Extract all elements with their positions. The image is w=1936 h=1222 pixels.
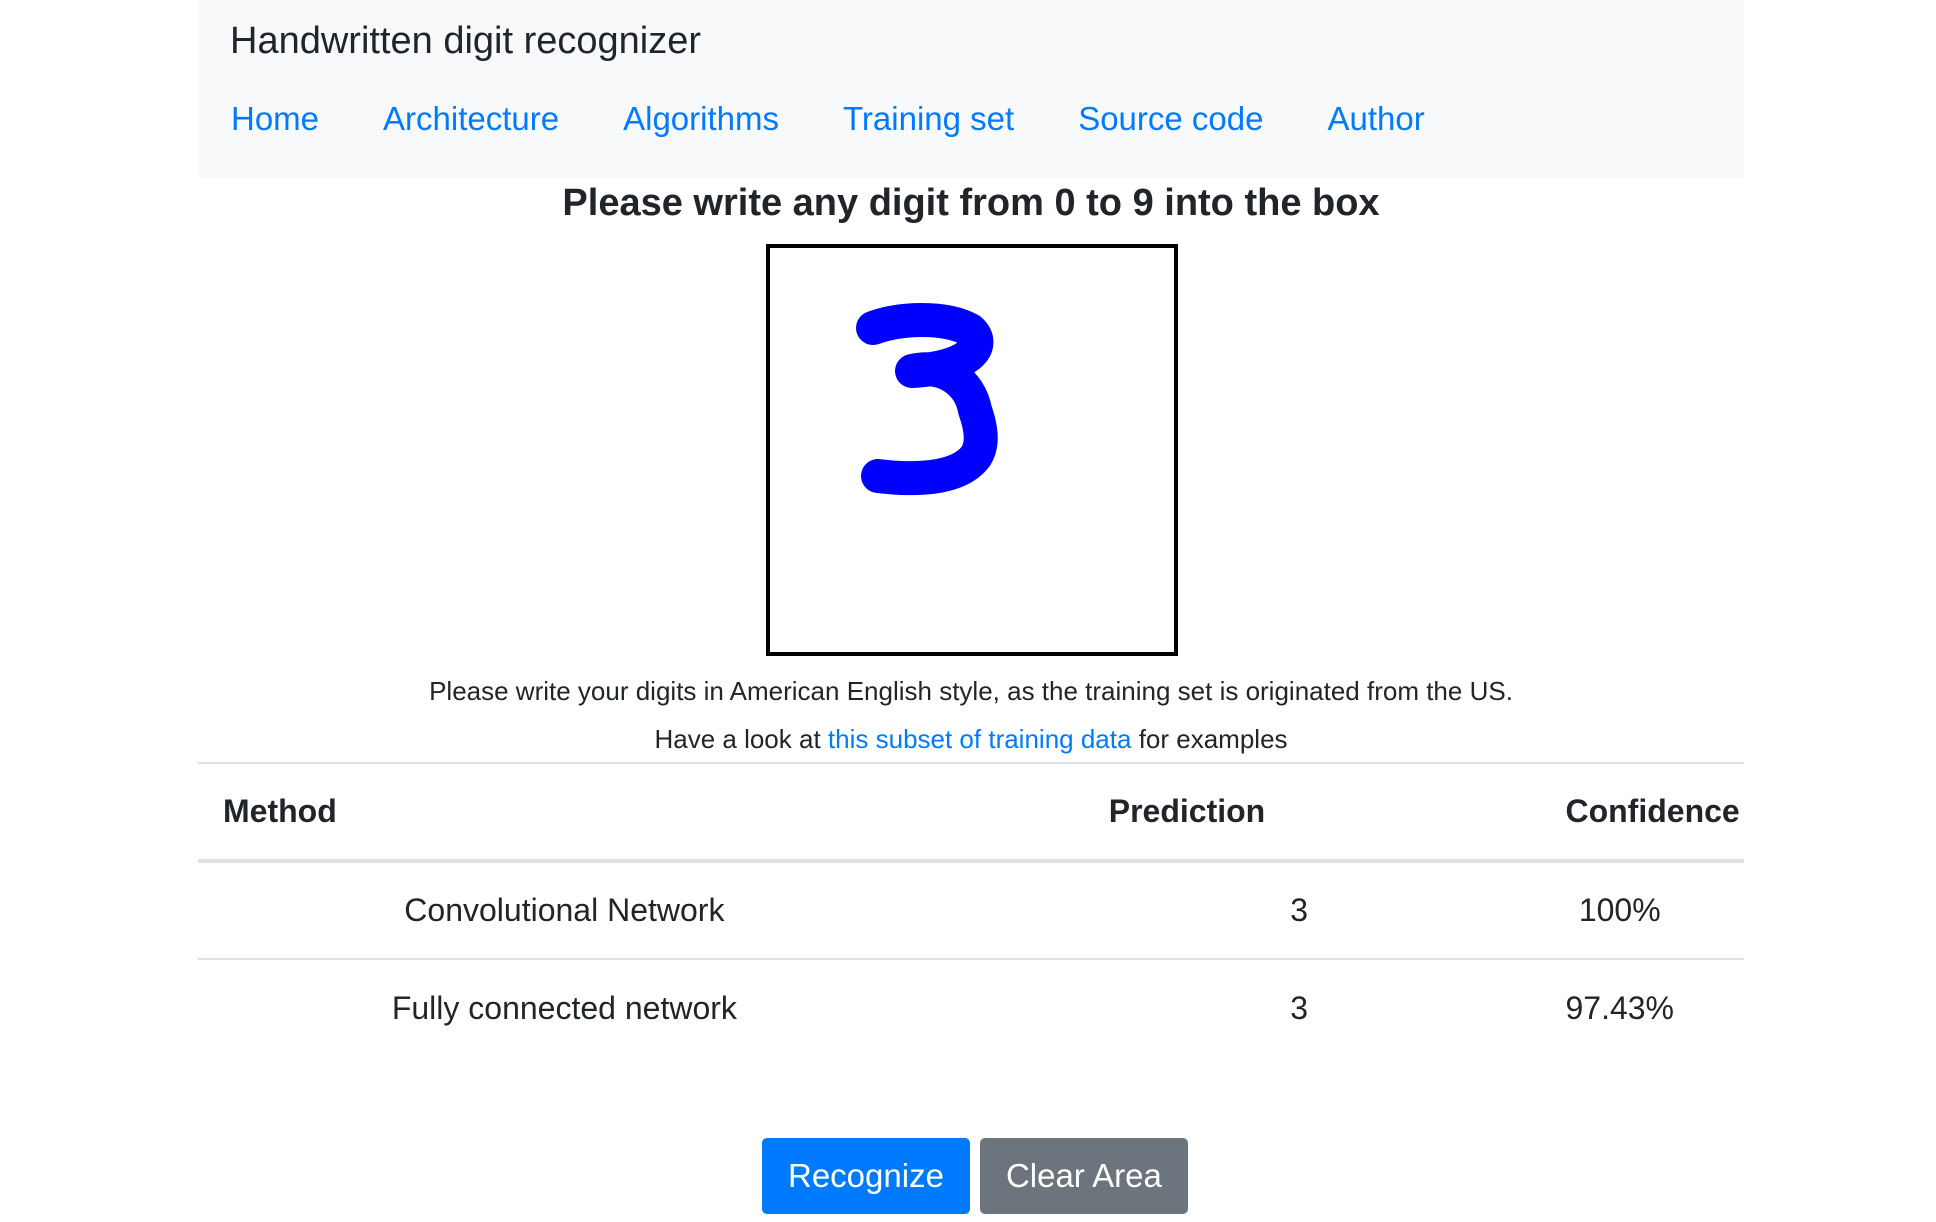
- look-suffix: for examples: [1138, 724, 1288, 754]
- cell-method: Convolutional Network: [404, 892, 725, 928]
- cell-prediction: 3: [1290, 892, 1308, 928]
- drawn-digit-stroke: [856, 303, 998, 496]
- header-prediction-label: Prediction: [1108, 793, 1266, 829]
- nav-link-architecture[interactable]: Architecture: [383, 100, 559, 138]
- training-data-note: Have a look at this subset of training d…: [198, 724, 1744, 755]
- page-container: Handwritten digit recognizer Home Archit…: [198, 0, 1744, 1214]
- table-row: Fully connected network 3 97.43%: [198, 959, 1744, 1057]
- navbar-brand[interactable]: Handwritten digit recognizer: [230, 20, 701, 63]
- recognize-button[interactable]: Recognize: [762, 1138, 970, 1214]
- cell-method: Fully connected network: [391, 990, 737, 1026]
- training-data-link[interactable]: this subset of training data: [828, 724, 1132, 754]
- header-method: Method: [223, 793, 337, 829]
- look-prefix: Have a look at: [654, 724, 821, 754]
- page-heading: Please write any digit from 0 to 9 into …: [562, 182, 1380, 224]
- cell-prediction: 3: [1290, 990, 1308, 1026]
- navbar: Handwritten digit recognizer Home Archit…: [198, 0, 1744, 178]
- drawing-canvas[interactable]: [766, 244, 1178, 656]
- header-confidence: Confidence: [1565, 793, 1740, 829]
- nav-link-author[interactable]: Author: [1327, 100, 1424, 138]
- nav-link-home[interactable]: Home: [231, 100, 319, 138]
- cell-confidence: 100%: [1578, 892, 1661, 928]
- table-row: Convolutional Network 3 100%: [198, 861, 1744, 959]
- cell-confidence: 97.43%: [1565, 990, 1674, 1026]
- table-header-row: Method Prediction Confidence: [198, 763, 1744, 861]
- style-note: Please write your digits in American Eng…: [429, 676, 1513, 706]
- nav-link-training-set[interactable]: Training set: [843, 100, 1014, 138]
- results-table: Method Prediction Confidence Convolution…: [198, 762, 1744, 1057]
- nav-link-source-code[interactable]: Source code: [1078, 100, 1263, 138]
- header-prediction: Prediction: [1108, 763, 1566, 861]
- action-buttons: Recognize Clear Area: [762, 1138, 1188, 1214]
- clear-area-button[interactable]: Clear Area: [979, 1138, 1188, 1214]
- nav-link-algorithms[interactable]: Algorithms: [623, 100, 779, 138]
- nav-menu: Home Architecture Algorithms Training se…: [231, 100, 1489, 138]
